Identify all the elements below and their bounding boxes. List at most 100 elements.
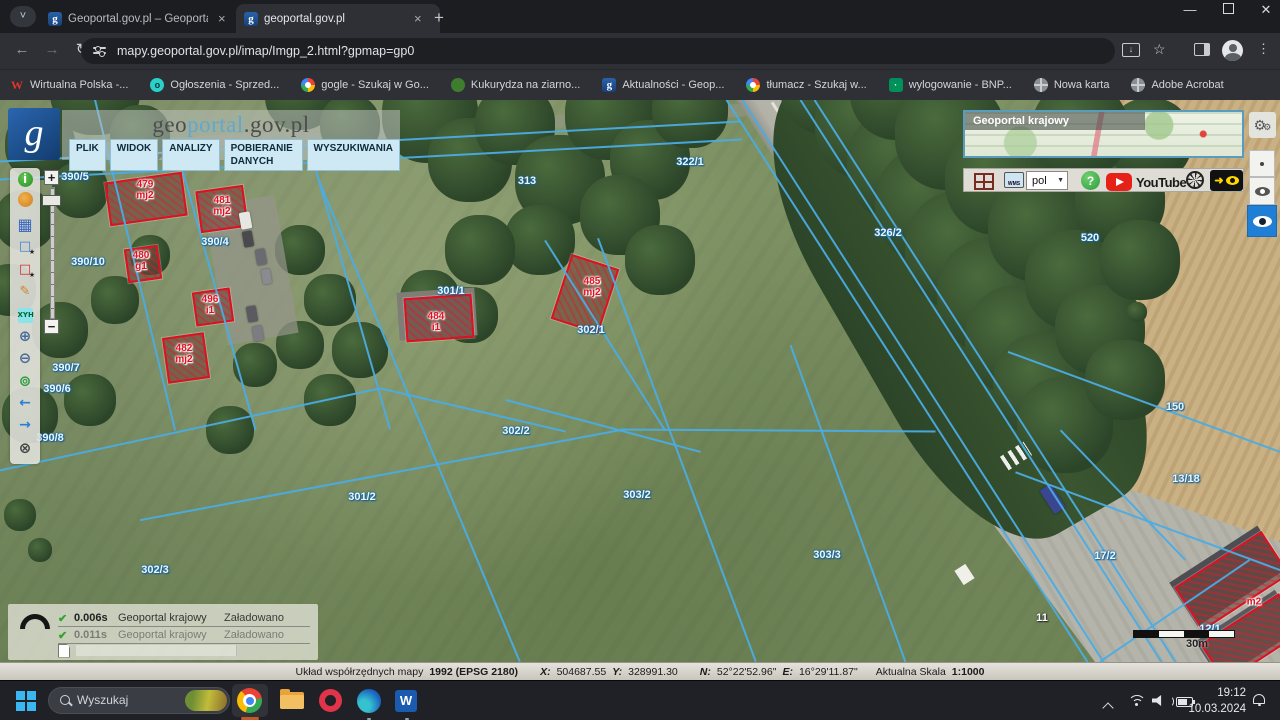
- search-daily-image[interactable]: [185, 690, 227, 711]
- browser-tab-1[interactable]: g Geoportal.gov.pl – Geoportal In ×: [40, 4, 246, 33]
- previous-view-button[interactable]: ←: [13, 394, 37, 414]
- profile-avatar[interactable]: [1222, 40, 1243, 61]
- xyh-coordinates-button[interactable]: XYH: [13, 304, 37, 324]
- loading-row: ✔ 0.006s Geoportal krajowy Załadowano: [58, 610, 310, 627]
- bookmark-label: Aktualności - Geop...: [622, 79, 725, 91]
- bookmark-item[interactable]: Adobe Acrobat: [1131, 78, 1224, 92]
- contrast-mode-button[interactable]: ➜: [1210, 170, 1243, 191]
- globe-view-button[interactable]: ⊚: [13, 372, 37, 392]
- close-tab-icon[interactable]: ×: [218, 11, 226, 26]
- zoom-in-button[interactable]: +: [44, 170, 59, 185]
- forward-button[interactable]: →: [40, 35, 64, 65]
- basemap-preview[interactable]: Geoportal krajowy: [963, 110, 1244, 158]
- geoportal-favicon: g: [602, 78, 617, 92]
- attribute-grid-icon[interactable]: [974, 173, 994, 190]
- full-extent-button[interactable]: ⊗: [13, 439, 37, 459]
- bookmark-star-icon[interactable]: ☆: [1153, 41, 1166, 58]
- select-area-red-button[interactable]: □: [13, 260, 37, 280]
- site-settings-icon[interactable]: [93, 46, 106, 57]
- building-label: m2: [1246, 596, 1262, 608]
- wp-favicon: W: [11, 78, 23, 92]
- previous-view-icon: ←: [19, 395, 31, 411]
- zoom-out-button[interactable]: −: [44, 319, 59, 334]
- measure-button[interactable]: ✎: [13, 282, 37, 302]
- map-viewport[interactable]: 390/5 390/4 390/10 390/7 390/6 390/8 302/3 301/…: [0, 100, 1280, 662]
- n-label: N:: [699, 665, 711, 678]
- file-explorer-icon[interactable]: [280, 689, 304, 709]
- geoportal-header: geoportal.gov.pl PLIK WIDOK ANALIZY POBIERA…: [62, 110, 400, 171]
- bookmark-item[interactable]: Kukurydza na ziarno...: [450, 78, 580, 92]
- youtube-button[interactable]: YouTube: [1106, 171, 1187, 193]
- bookmark-item[interactable]: gogle - Szukaj w Go...: [301, 78, 429, 92]
- taskbar-search[interactable]: Wyszukaj: [48, 687, 230, 714]
- identify-button[interactable]: i: [13, 170, 37, 190]
- top-right-toolbar: WMS pol ▼ ? YouTube ➜: [963, 168, 1244, 192]
- menu-pobieranie-danych[interactable]: POBIERANIE DANYCH: [223, 139, 303, 171]
- icon-size-small-button[interactable]: [1249, 150, 1275, 177]
- notifications-bell-icon[interactable]: [1253, 694, 1265, 706]
- full-extent-icon: ⊗: [18, 438, 32, 457]
- wms-icon[interactable]: WMS: [1004, 172, 1024, 188]
- help-icon[interactable]: ?: [1081, 171, 1100, 190]
- window-minimize-button[interactable]: —: [1182, 2, 1198, 18]
- browser-tab-2[interactable]: g geoportal.gov.pl ×: [236, 4, 440, 33]
- network-wheel-icon[interactable]: [1186, 171, 1204, 189]
- geoportal-logo[interactable]: g: [8, 108, 60, 160]
- tree: [28, 538, 52, 562]
- window-close-button[interactable]: ✕: [1258, 2, 1274, 18]
- wifi-icon[interactable]: [1128, 695, 1146, 707]
- leaf-favicon: [450, 78, 465, 92]
- browser-menu-icon[interactable]: ⋮: [1257, 41, 1270, 57]
- menu-plik[interactable]: PLIK: [69, 139, 106, 171]
- chrome-taskbar-icon[interactable]: [237, 688, 262, 713]
- bookmark-item[interactable]: o Ogłoszenia - Sprzed...: [150, 78, 279, 92]
- install-app-icon[interactable]: ↓: [1122, 43, 1140, 57]
- attribute-table-button[interactable]: ▦: [13, 215, 37, 235]
- measure-icon: ✎: [19, 284, 31, 299]
- new-tab-button[interactable]: +: [434, 8, 444, 28]
- select-area-button[interactable]: □: [13, 237, 37, 257]
- scale-label: Aktualna Skala: [875, 665, 946, 678]
- word-icon[interactable]: W: [395, 690, 417, 712]
- zoom-out-icon: ⊖: [18, 349, 32, 368]
- icon-size-medium-button[interactable]: [1249, 177, 1275, 205]
- settings-gears-icon[interactable]: ⚙⚙: [1249, 112, 1276, 138]
- icon-size-large-button[interactable]: [1247, 205, 1277, 237]
- gauge-icon: [20, 614, 50, 629]
- opera-icon[interactable]: [319, 689, 342, 712]
- next-view-button[interactable]: →: [13, 416, 37, 436]
- menu-analizy[interactable]: ANALIZY: [162, 139, 220, 171]
- language-select[interactable]: pol ▼: [1026, 171, 1068, 190]
- pan-icon: [17, 192, 33, 208]
- globe-favicon: [1033, 78, 1048, 92]
- bookmark-item[interactable]: g Aktualności - Geop...: [602, 78, 724, 92]
- zoom-out-button[interactable]: ⊖: [13, 349, 37, 369]
- close-tab-icon[interactable]: ×: [414, 11, 422, 26]
- zoom-slider-handle[interactable]: [42, 195, 61, 206]
- menu-widok[interactable]: WIDOK: [109, 139, 159, 171]
- parcel-label: 322/1: [676, 156, 704, 168]
- tray-clock[interactable]: 19:12 10.03.2024: [1184, 685, 1246, 717]
- zoom-slider-track[interactable]: [50, 187, 55, 319]
- back-button[interactable]: ←: [10, 35, 34, 65]
- pan-button[interactable]: [13, 192, 37, 212]
- menu-wyszukiwania[interactable]: WYSZUKIWANIA: [306, 139, 400, 171]
- bookmark-item[interactable]: Nowa karta: [1033, 78, 1109, 92]
- address-bar[interactable]: mapy.geoportal.gov.pl/imap/Imgp_2.html?g…: [81, 38, 1115, 64]
- edge-icon[interactable]: [357, 689, 381, 713]
- bookmark-item[interactable]: tłumacz - Szukaj w...: [746, 78, 867, 92]
- tab-search-button[interactable]: ˅: [10, 6, 36, 27]
- volume-icon[interactable]: [1152, 695, 1162, 706]
- bookmark-label: tłumacz - Szukaj w...: [766, 79, 867, 91]
- zoom-in-button[interactable]: ⊕: [13, 327, 37, 347]
- geoportal-title: geoportal.gov.pl: [152, 112, 310, 137]
- bookmark-item[interactable]: W Wirtualna Polska -...: [10, 78, 128, 92]
- file-icon: [58, 643, 70, 658]
- window-maximize-button[interactable]: [1220, 2, 1236, 18]
- tray-expand-icon[interactable]: [1102, 699, 1114, 717]
- y-label: Y:: [612, 665, 623, 678]
- bookmark-item[interactable]: · wylogowanie - BNP...: [888, 78, 1012, 92]
- side-panel-icon[interactable]: [1194, 43, 1210, 56]
- start-button[interactable]: [16, 691, 36, 711]
- parcel-label: 11: [1036, 612, 1048, 624]
